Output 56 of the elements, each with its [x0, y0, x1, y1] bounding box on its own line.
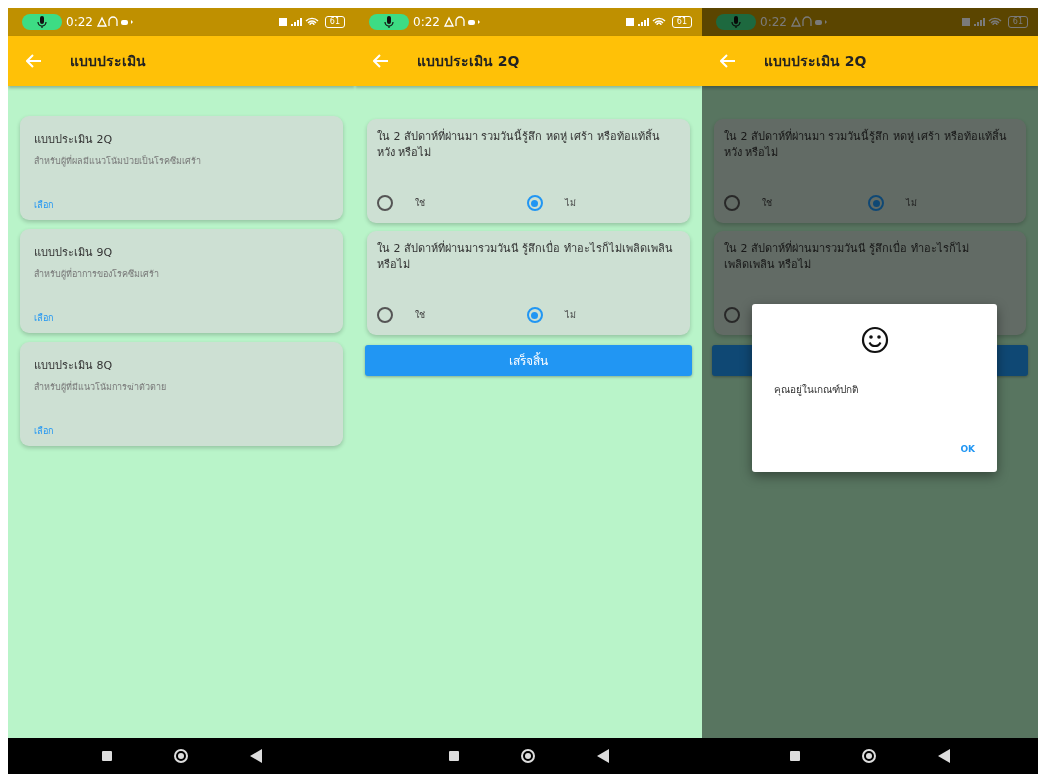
card-title: แบบประเมิน 9Q — [34, 245, 114, 261]
screen-title: แบบประเมิน 2Q — [417, 52, 520, 71]
card-title: แบบประเมิน 8Q — [34, 358, 114, 374]
option-label: ใช่ — [415, 309, 425, 322]
microphone-indicator-icon — [22, 14, 62, 30]
dialog-message: คุณอยู่ในเกณฑ์ปกติ — [774, 383, 859, 397]
ok-button[interactable]: OK — [958, 442, 977, 456]
option-label: ใช่ — [415, 197, 425, 210]
back-icon[interactable] — [596, 749, 609, 763]
home-icon[interactable] — [173, 749, 188, 763]
card-title: แบบประเมิน 2Q — [34, 132, 114, 148]
notification-icons — [790, 16, 827, 28]
status-time: 0:22 — [760, 15, 787, 29]
recents-icon[interactable] — [101, 751, 112, 761]
option-label: ไม่ — [564, 197, 576, 210]
select-link[interactable]: เลือก — [34, 311, 53, 325]
status-time: 0:22 — [66, 15, 93, 29]
radio-button[interactable] — [377, 307, 393, 323]
home-icon[interactable] — [862, 749, 876, 763]
radio-button[interactable] — [724, 195, 740, 211]
radio-button[interactable] — [377, 195, 393, 211]
screen-title: แบบประเมิน 2Q — [764, 52, 867, 71]
question-text: ใน 2 สัปดาห์ที่ผ่านมารวมวันนี รู้สึกเบื่อ ทำอะไรก็ไม่เพลิดเพลิน หรือไม่ — [724, 241, 970, 273]
option-label: ไม่ — [906, 197, 917, 210]
notification-icons — [96, 16, 133, 28]
battery-level: 61 — [324, 16, 345, 28]
battery-level: 61 — [1007, 16, 1028, 28]
back-icon[interactable] — [249, 749, 262, 763]
radio-button[interactable] — [526, 307, 543, 323]
smiley-icon — [860, 326, 889, 354]
radio-button[interactable] — [868, 195, 884, 211]
microphone-indicator-icon — [716, 14, 756, 30]
microphone-indicator-icon — [369, 14, 409, 30]
back-icon[interactable] — [938, 749, 950, 763]
option-label: ไม่ — [564, 309, 576, 322]
radio-button[interactable] — [526, 195, 543, 211]
card-subtitle: สำหรับผู้ที่ผลมีแนวโน้มป่วยเป็นโรคซึมเศร้า — [34, 154, 202, 168]
question-text: ใน 2 สัปดาห์ที่ผ่านมารวมวันนี รู้สึกเบื่อ ทำอะไรก็ไม่เพลิดเพลิน หรือไม่ — [377, 241, 674, 273]
radio-button[interactable] — [724, 307, 740, 323]
select-link[interactable]: เลือก — [34, 198, 53, 212]
recents-icon[interactable] — [448, 751, 459, 761]
signal-wifi-icons — [961, 16, 1004, 28]
finish-button[interactable]: เสร็จสิ้น — [365, 345, 692, 376]
status-time: 0:22 — [413, 15, 440, 29]
select-link[interactable]: เลือก — [34, 424, 53, 438]
card-subtitle: สำหรับผู้ที่มีแนวโน้มการฆ่าตัวตาย — [34, 380, 167, 394]
home-icon[interactable] — [520, 749, 535, 763]
question-text: ใน 2 สัปดาห์ที่ผ่านมา รวมวันนี้รู้สึก หดหู่ เศร้า หรือท้อแท้สิ้นหวัง หรือไม่ — [377, 129, 661, 161]
signal-wifi-icons — [278, 16, 321, 28]
signal-wifi-icons — [625, 16, 668, 28]
battery-level: 61 — [671, 16, 692, 28]
option-label: ใช่ — [762, 197, 772, 210]
notification-icons — [443, 16, 480, 28]
question-text: ใน 2 สัปดาห์ที่ผ่านมา รวมวันนี้รู้สึก หดหู่ เศร้า หรือท้อแท้สิ้นหวัง หรือไม่ — [724, 129, 1008, 161]
card-subtitle: สำหรับผู้ที่อาการของโรคซึมเศร้า — [34, 267, 160, 281]
screen-title: แบบประเมิน — [70, 52, 146, 71]
